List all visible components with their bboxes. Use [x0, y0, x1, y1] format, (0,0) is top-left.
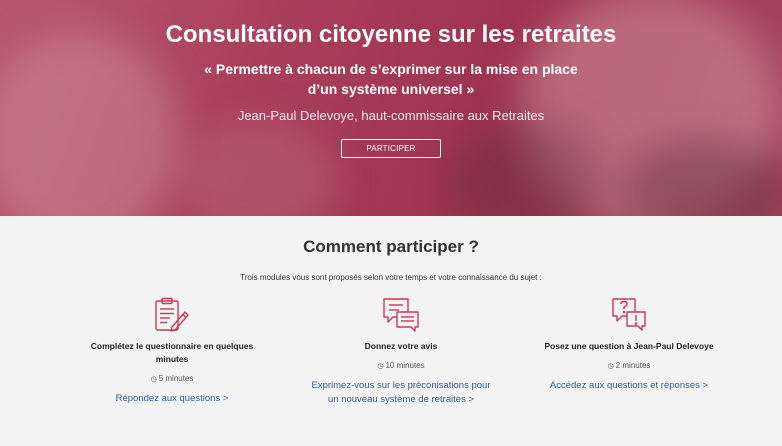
clipboard-pen-icon: [155, 297, 189, 332]
question-bubble-icon: [612, 298, 646, 331]
module-link-line[interactable]: Accédez aux questions et réponses >: [509, 379, 749, 393]
module-title: Complétez le questionnaire en quelques m…: [90, 341, 254, 364]
section-intro: Trois modules vous sont proposés selon v…: [240, 273, 542, 282]
module-title: Donnez votre avis: [364, 341, 438, 351]
module-link-question[interactable]: Accédez aux questions et réponses >: [509, 379, 749, 393]
module-link-line[interactable]: Exprimez-vous sur les préconisations pou…: [281, 379, 521, 393]
module-link-avis[interactable]: Exprimez-vous sur les préconisations pou…: [281, 379, 521, 407]
hero-quote-line: d’un système universel »: [307, 81, 475, 97]
clock-icon: ◷: [377, 363, 384, 370]
module-duration-value: 2 minutes: [615, 361, 651, 370]
module-link-questionnaire[interactable]: Répondez aux questions >: [52, 392, 292, 406]
module-avis: Donnez votre avis ◷ 10 minutes Exprimez-v…: [281, 296, 521, 407]
hero-quote: « Permettre à chacun de s’exprimer sur l…: [0, 59, 782, 99]
hero-banner: Consultation citoyenne sur les retraites…: [0, 0, 782, 216]
hero-content: Consultation citoyenne sur les retraites…: [0, 0, 782, 158]
module-duration-value: 5 minutes: [158, 374, 194, 383]
module-link-line[interactable]: un nouveau système de retraites >: [281, 393, 521, 407]
module-question: Posez une question à Jean-Paul Delevoye …: [509, 296, 749, 393]
hero-quote-line: « Permettre à chacun de s’exprimer sur l…: [204, 61, 578, 77]
clock-icon: ◷: [607, 363, 614, 370]
module-duration: ◷ 2 minutes: [509, 360, 749, 372]
participer-button[interactable]: PARTICIPER: [341, 139, 441, 158]
module-questionnaire: Complétez le questionnaire en quelques m…: [52, 296, 292, 406]
clock-icon: ◷: [150, 376, 157, 383]
module-duration-value: 10 minutes: [385, 361, 425, 370]
hero-author: Jean-Paul Delevoye, haut-commissaire aux…: [237, 108, 545, 123]
section-title: Comment participer ?: [303, 237, 479, 256]
chat-bubbles-icon: [383, 298, 419, 332]
module-duration: ◷ 10 minutes: [281, 360, 521, 372]
modules-list: Complétez le questionnaire en quelques m…: [0, 296, 782, 446]
module-duration: ◷ 5 minutes: [52, 373, 292, 385]
module-title: Posez une question à Jean-Paul Delevoye: [544, 341, 714, 351]
hero-title: Consultation citoyenne sur les retraites: [165, 21, 617, 48]
how-to-participate-section: Comment participer ? Trois modules vous …: [0, 235, 782, 446]
module-link-line[interactable]: Répondez aux questions >: [52, 392, 292, 406]
